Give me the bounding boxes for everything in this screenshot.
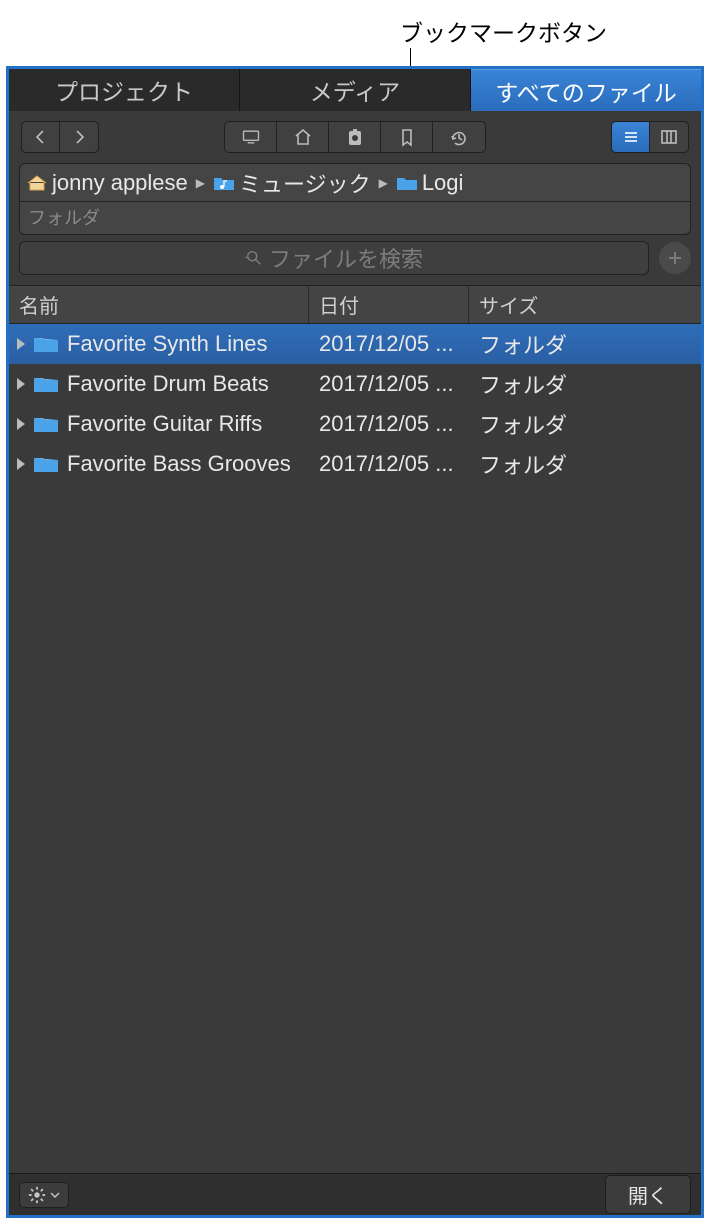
gear-icon: [28, 1186, 46, 1204]
column-name[interactable]: 名前: [9, 286, 309, 323]
search-row: ファイルを検索: [19, 241, 691, 275]
breadcrumb-item-0[interactable]: jonny applese: [26, 170, 188, 196]
table-header: 名前 日付 サイズ: [9, 285, 701, 324]
row-size: フォルダ: [469, 368, 701, 400]
disclosure-triangle-icon[interactable]: [17, 418, 25, 430]
breadcrumb-item-label: jonny applese: [52, 170, 188, 196]
row-name: Favorite Bass Grooves: [67, 451, 291, 477]
breadcrumb-separator: ▶: [379, 176, 388, 190]
folder-icon: [33, 454, 59, 474]
row-size: フォルダ: [469, 408, 701, 440]
table-body: Favorite Synth Lines2017/12/05 ...フォルダFa…: [9, 324, 701, 1173]
home-button[interactable]: [277, 122, 329, 152]
forward-button[interactable]: [60, 122, 98, 152]
table-row[interactable]: Favorite Bass Grooves 2017/12/05 ...フォルダ: [9, 444, 701, 484]
row-size: フォルダ: [469, 448, 701, 480]
row-date: 2017/12/05 ...: [309, 331, 469, 357]
table-row[interactable]: Favorite Drum Beats 2017/12/05 ...フォルダ: [9, 364, 701, 404]
folder-icon: [33, 374, 59, 394]
column-size[interactable]: サイズ: [469, 286, 701, 323]
view-segment: [611, 121, 689, 153]
table-row[interactable]: Favorite Synth Lines 2017/12/05 ...フォルダ: [9, 324, 701, 364]
toolbar: [9, 111, 701, 161]
row-date: 2017/12/05 ...: [309, 411, 469, 437]
open-button[interactable]: 開く: [605, 1175, 691, 1214]
tab-0[interactable]: プロジェクト: [9, 69, 240, 111]
list-view-button[interactable]: [612, 122, 650, 152]
disclosure-triangle-icon[interactable]: [17, 378, 25, 390]
location-segment: [224, 121, 486, 153]
breadcrumb-separator: ▶: [196, 176, 205, 190]
bottom-bar: 開く: [9, 1173, 701, 1215]
column-date[interactable]: 日付: [309, 286, 469, 323]
search-input[interactable]: ファイルを検索: [19, 241, 649, 275]
disclosure-triangle-icon[interactable]: [17, 338, 25, 350]
column-view-button[interactable]: [650, 122, 688, 152]
recent-button[interactable]: [433, 122, 485, 152]
table-row[interactable]: Favorite Guitar Riffs 2017/12/05 ...フォルダ: [9, 404, 701, 444]
file-browser-window: プロジェクトメディアすべてのファイル: [6, 66, 704, 1218]
callout-label: ブックマークボタン: [400, 14, 607, 48]
breadcrumb-item-1[interactable]: ミュージック: [213, 167, 371, 199]
back-button[interactable]: [22, 122, 60, 152]
nav-segment: [21, 121, 99, 153]
disclosure-triangle-icon[interactable]: [17, 458, 25, 470]
row-name: Favorite Synth Lines: [67, 331, 268, 357]
plus-icon: [665, 248, 685, 268]
row-date: 2017/12/05 ...: [309, 451, 469, 477]
tab-bar: プロジェクトメディアすべてのファイル: [9, 69, 701, 111]
folder-icon: [33, 334, 59, 354]
row-name: Favorite Drum Beats: [67, 371, 269, 397]
row-name: Favorite Guitar Riffs: [67, 411, 262, 437]
chevron-down-icon: [50, 1190, 60, 1200]
add-button[interactable]: [659, 242, 691, 274]
breadcrumb-item-2[interactable]: Logi: [396, 170, 464, 196]
tab-1[interactable]: メディア: [240, 69, 471, 111]
bookmark-button[interactable]: [381, 122, 433, 152]
tab-2[interactable]: すべてのファイル: [471, 69, 701, 111]
row-date: 2017/12/05 ...: [309, 371, 469, 397]
breadcrumb-bar: jonny applese ▶ ミュージック ▶ Logi: [19, 163, 691, 202]
folder-icon: [33, 414, 59, 434]
breadcrumb-item-label: Logi: [422, 170, 464, 196]
project-button[interactable]: [329, 122, 381, 152]
search-icon: [245, 249, 263, 267]
action-menu-button[interactable]: [19, 1182, 69, 1208]
row-size: フォルダ: [469, 328, 701, 360]
breadcrumb: jonny applese ▶ ミュージック ▶ Logi: [26, 167, 684, 199]
folder-type-label: フォルダ: [19, 202, 691, 235]
computer-button[interactable]: [225, 122, 277, 152]
breadcrumb-item-label: ミュージック: [239, 167, 371, 199]
search-placeholder: ファイルを検索: [269, 242, 423, 274]
